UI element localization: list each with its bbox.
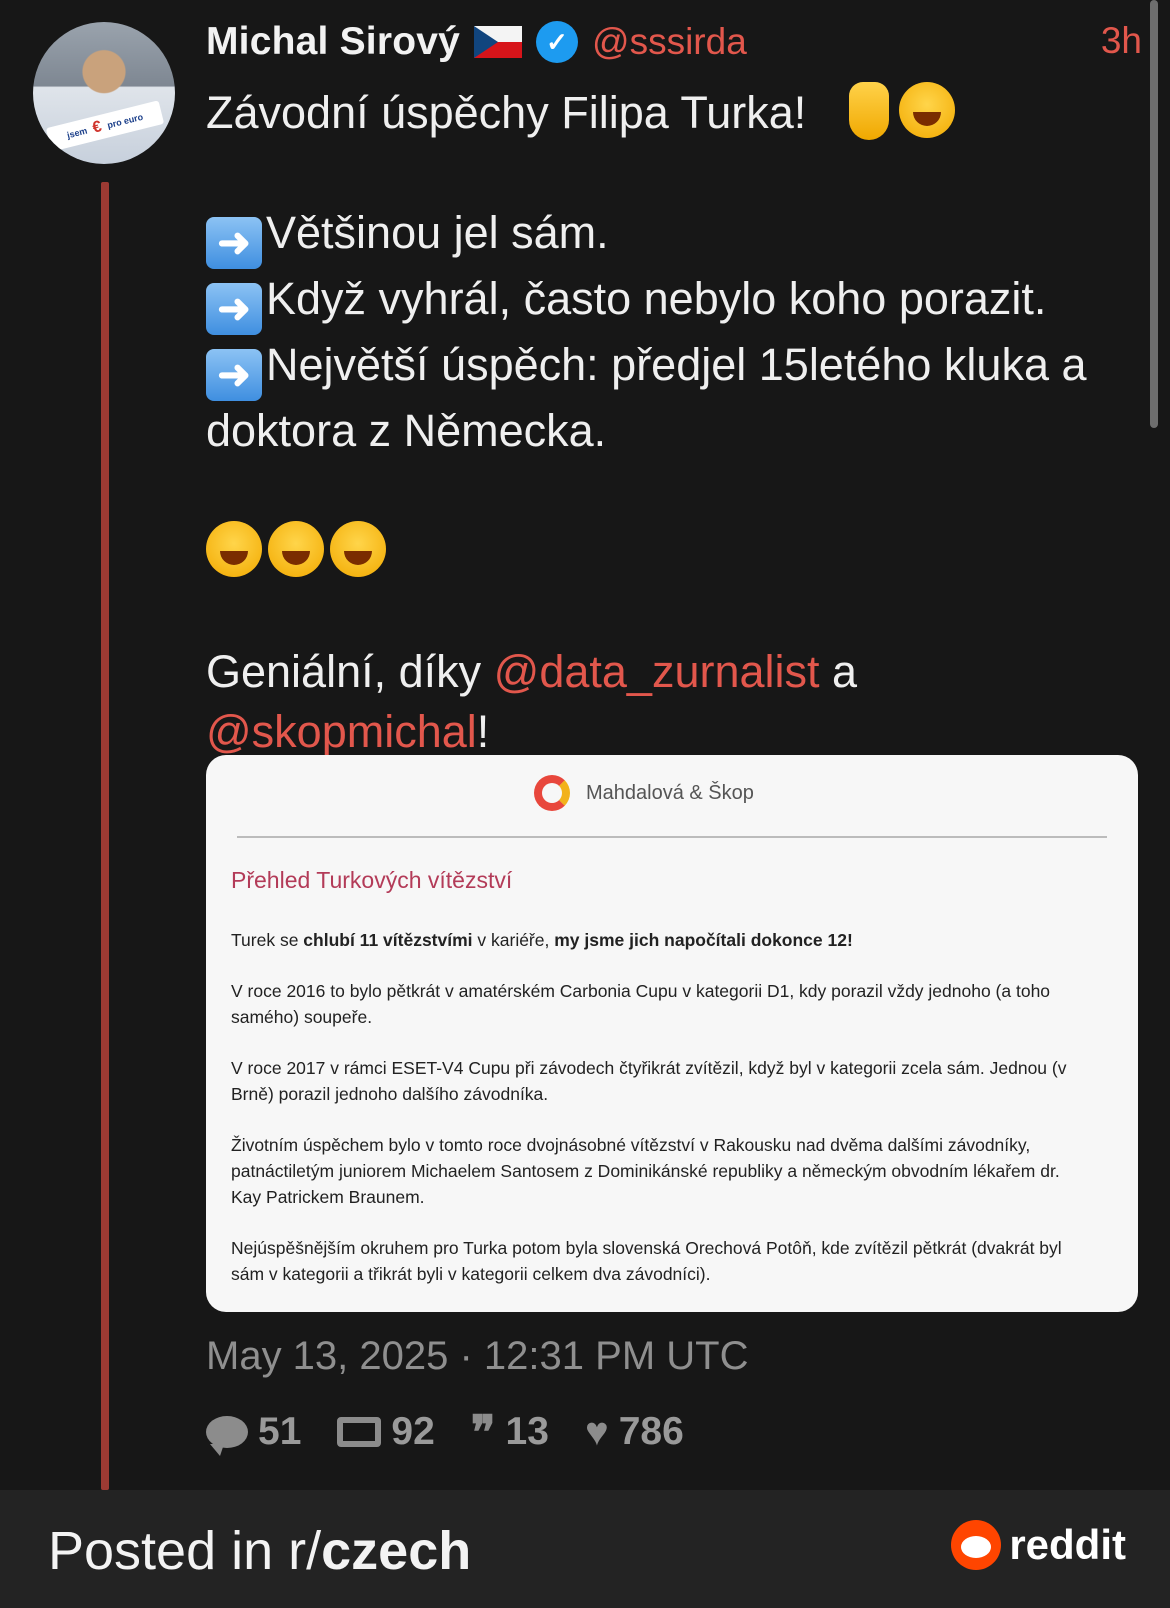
- thread-line: [101, 182, 109, 1490]
- laughing-tears-emoji-icon: [268, 521, 324, 577]
- tweet-title: Závodní úspěchy Filipa Turka!: [206, 87, 807, 138]
- card-brand: Mahdalová & Škop: [586, 781, 754, 804]
- right-arrow-emoji-icon: ➜: [206, 217, 262, 269]
- tweet-actions: 51 92 ❞ 13 ♥ 786: [206, 1405, 720, 1459]
- euro-logo-icon: €: [90, 118, 104, 137]
- scrollbar[interactable]: [1150, 0, 1158, 428]
- avatar-banner-right: pro euro: [106, 111, 145, 131]
- reddit-footer: Posted in r/czech reddit: [0, 1490, 1170, 1608]
- bullet-3: ➜ Největší úspěch: předjel 15letého kluka…: [206, 339, 1087, 456]
- posted-in[interactable]: Posted in r/czech: [48, 1520, 471, 1582]
- quote-count: 13: [505, 1410, 549, 1453]
- heart-icon: ♥: [584, 1410, 609, 1454]
- reply-button[interactable]: 51: [206, 1410, 302, 1456]
- emoji-row: [206, 521, 1126, 582]
- card-heading: Přehled Turkových vítězství: [231, 867, 513, 893]
- card-paragraph-5: Nejúspěšnějším okruhem pro Turka potom b…: [231, 1238, 1062, 1284]
- subreddit-name: czech: [321, 1521, 472, 1581]
- tweet-text: Závodní úspěchy Filipa Turka! ➜ Většinou …: [206, 82, 1126, 762]
- card-paragraph-2: V roce 2016 to bylo pětkrát v amatérském…: [231, 981, 1051, 1027]
- reply-icon: [206, 1416, 248, 1456]
- retweet-icon: [337, 1417, 382, 1447]
- tweet-header: Michal Sirový ✓ @sssirda: [206, 18, 1136, 66]
- reddit-snoo-icon: [951, 1520, 1002, 1570]
- laughing-tears-emoji-icon: [330, 521, 386, 577]
- reddit-wordmark: reddit: [1009, 1521, 1126, 1568]
- card-paragraph-1: Turek se chlubí 11 vítězstvími v kariéře…: [231, 930, 853, 950]
- avatar-banner-left: jsem: [65, 125, 89, 141]
- laughing-tears-emoji-icon: [206, 521, 262, 577]
- card-paragraph-4: Životním úspěchem bylo v tomto roce dvoj…: [231, 1135, 1060, 1207]
- card-body: Turek se chlubí 11 vítězstvími v kariéře…: [231, 927, 1091, 1312]
- card-logo: Mahdalová & Škop: [534, 775, 754, 811]
- right-arrow-emoji-icon: ➜: [206, 349, 262, 401]
- tweet-date[interactable]: May 13, 2025 · 12:31 PM UTC: [206, 1334, 748, 1379]
- mention-skopmichal[interactable]: @skopmichal: [206, 706, 477, 757]
- brand-logo-icon: [534, 775, 570, 811]
- laughing-tears-emoji-icon: [898, 82, 955, 138]
- mention-data-zurnalist[interactable]: @data_zurnalist: [494, 646, 820, 697]
- author-handle[interactable]: @sssirda: [592, 21, 747, 63]
- pointing-down-emoji-icon: [848, 82, 889, 140]
- reddit-brand: reddit: [951, 1520, 1126, 1570]
- retweet-count: 92: [391, 1410, 435, 1453]
- tweet: jsem € pro euro Michal Sirový ✓ @sssirda…: [0, 0, 1170, 1490]
- avatar[interactable]: jsem € pro euro: [33, 22, 175, 164]
- card-divider: [237, 836, 1107, 838]
- tweet-time[interactable]: 3h: [1101, 20, 1142, 62]
- like-button[interactable]: ♥ 786: [585, 1410, 684, 1454]
- attached-image-card[interactable]: Mahdalová & Škop Přehled Turkových vítěz…: [206, 755, 1138, 1312]
- reply-count: 51: [258, 1410, 302, 1453]
- czech-flag-icon: [474, 26, 523, 58]
- verified-badge-icon: ✓: [536, 21, 579, 63]
- bullet-1: ➜ Většinou jel sám.: [206, 203, 1126, 269]
- bullet-2: ➜ Když vyhrál, často nebylo koho porazit.: [206, 269, 1126, 335]
- thanks-line: Geniální, díky @data_zurnalist a @skopmi…: [206, 646, 858, 757]
- right-arrow-emoji-icon: ➜: [206, 283, 262, 335]
- quote-button[interactable]: ❞ 13: [470, 1405, 549, 1459]
- avatar-banner: jsem € pro euro: [45, 100, 165, 152]
- like-count: 786: [618, 1410, 684, 1453]
- quote-icon: ❞: [470, 1405, 496, 1459]
- author-name[interactable]: Michal Sirový: [206, 20, 460, 64]
- card-paragraph-3: V roce 2017 v rámci ESET-V4 Cupu při záv…: [231, 1058, 1067, 1104]
- tweet-line-1: Závodní úspěchy Filipa Turka!: [206, 82, 1126, 143]
- retweet-button[interactable]: 92: [337, 1410, 435, 1454]
